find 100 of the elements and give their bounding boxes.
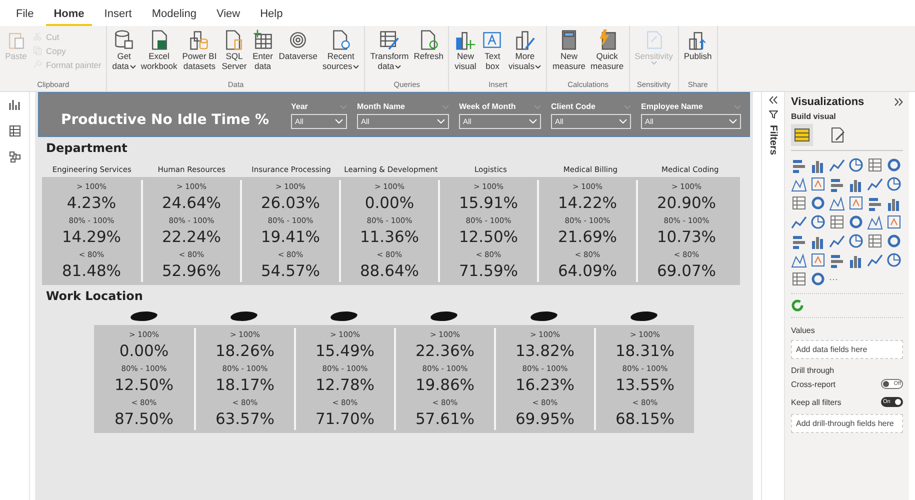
percent-value: 63.57% — [215, 410, 275, 428]
toggle-label: Cross-report — [791, 380, 836, 388]
ribbon-tab[interactable]: View — [208, 5, 248, 26]
caret-icon — [353, 65, 360, 69]
percent-value: 71.70% — [315, 410, 375, 428]
percent-value: 19.41% — [260, 228, 320, 246]
visual-type-icon[interactable] — [810, 214, 826, 230]
ribbon-button[interactable]: Power BI datasets — [180, 28, 219, 72]
visual-type-icon[interactable] — [810, 195, 826, 211]
visual-type-icon[interactable] — [829, 157, 845, 173]
percent-value: 54.57% — [260, 262, 320, 280]
visual-type-icon[interactable] — [791, 233, 807, 249]
table-pencil-icon — [378, 29, 400, 51]
percent-value: 18.26% — [215, 342, 275, 360]
percent-value: 13.82% — [515, 342, 575, 360]
visual-type-icon[interactable] — [810, 176, 826, 192]
visual-type-icon[interactable] — [791, 195, 807, 211]
visual-type-icon[interactable] — [829, 214, 845, 230]
percent-value: 18.17% — [215, 376, 275, 394]
report-view-icon[interactable] — [8, 98, 22, 112]
section-title: Work Location — [45, 288, 144, 303]
visual-type-icon[interactable] — [829, 252, 845, 268]
slicer-label: Week of Month — [459, 102, 516, 111]
percent-value: 13.55% — [615, 376, 675, 394]
percent-value: 26.03% — [260, 194, 320, 212]
ribbon-tab[interactable]: Modeling — [144, 5, 204, 26]
filters-label[interactable]: Filters — [768, 125, 778, 156]
ribbon-button[interactable]: Transform data — [368, 28, 411, 72]
ribbon-button[interactable]: Text box — [479, 28, 506, 72]
slicer-label: Employee Name — [641, 102, 703, 111]
visual-pencil-icon — [514, 29, 536, 51]
visual-type-icon[interactable] — [791, 176, 807, 192]
table-view-icon[interactable] — [8, 124, 22, 138]
drill-through-label: Drill through — [791, 366, 836, 375]
ribbon-button[interactable]: SQL Server — [220, 28, 249, 72]
visual-type-icon[interactable] — [791, 214, 807, 230]
visual-type-icon[interactable] — [848, 214, 864, 230]
build-visual-label: Build visual — [791, 112, 837, 121]
format-pencil-icon — [830, 127, 846, 143]
percent-value: 12.78% — [315, 376, 375, 394]
paintbrush-icon — [32, 59, 43, 70]
ribbon-button[interactable]: Refresh — [412, 28, 446, 62]
percent-value: 69.07% — [656, 262, 716, 280]
ribbon-tab[interactable]: File — [8, 5, 42, 26]
ribbon-button[interactable]: Dataverse — [276, 28, 320, 62]
percent-value: 88.64% — [360, 262, 420, 280]
slicer-label: Client Code — [551, 102, 596, 111]
ribbon-button[interactable]: New measure — [550, 28, 588, 72]
visual-type-icon[interactable] — [810, 271, 826, 287]
ribbon-tab[interactable]: Insert — [96, 5, 140, 26]
expand-icon[interactable] — [894, 98, 903, 106]
ribbon-button[interactable]: Enter data — [250, 28, 276, 72]
dataset-stack-icon — [188, 29, 210, 51]
visual-type-icon[interactable] — [886, 176, 902, 192]
ribbon-button[interactable]: More visuals — [506, 28, 544, 72]
visual-type-icon[interactable] — [886, 214, 902, 230]
percent-value: 14.29% — [62, 228, 122, 246]
visual-type-icon[interactable] — [848, 157, 864, 173]
ribbon-button[interactable]: Recent sources — [320, 28, 362, 72]
build-tab[interactable] — [791, 124, 813, 146]
percent-value: 71.59% — [458, 262, 518, 280]
visual-type-icon[interactable] — [886, 252, 902, 268]
visual-type-icon[interactable] — [829, 195, 845, 211]
ribbon-button[interactable]: New visual — [452, 28, 478, 72]
visual-type-icon[interactable] — [810, 252, 826, 268]
ribbon-button[interactable]: Excel workbook — [138, 28, 180, 72]
pane-title: Visualizations — [791, 96, 864, 108]
drill-through-field[interactable]: Add drill-through fields here — [791, 414, 903, 433]
scissors-icon — [32, 31, 43, 42]
visual-type-icon[interactable] — [867, 233, 883, 249]
visual-type-icon[interactable] — [848, 195, 864, 211]
percent-value: 15.49% — [315, 342, 375, 360]
visual-type-icon[interactable] — [867, 157, 883, 173]
section-title: Department — [45, 140, 128, 155]
visual-type-icon[interactable] — [791, 157, 807, 173]
ribbon-button[interactable]: Get data — [110, 28, 138, 72]
ribbon-tab[interactable]: Help — [252, 5, 291, 26]
ribbon-button[interactable]: Quick measure — [588, 28, 626, 72]
percent-value: 64.09% — [558, 262, 618, 280]
visual-type-icon[interactable] — [867, 195, 883, 211]
visual-type-icon[interactable] — [848, 233, 864, 249]
visual-type-icon[interactable] — [886, 157, 902, 173]
visual-type-icon[interactable] — [829, 233, 845, 249]
ribbon-button[interactable]: Publish — [682, 28, 714, 62]
visual-type-icon[interactable] — [886, 233, 902, 249]
values-field[interactable]: Add data fields here — [791, 340, 903, 359]
chevron-down-icon — [619, 119, 627, 124]
visual-type-icon[interactable] — [867, 252, 883, 268]
visual-type-icon[interactable] — [791, 252, 807, 268]
visual-type-icon[interactable] — [867, 214, 883, 230]
visual-type-icon[interactable] — [867, 176, 883, 192]
more-visuals-button[interactable]: ··· — [829, 274, 845, 284]
percent-value: 16.23% — [515, 376, 575, 394]
visual-type-icon[interactable] — [791, 271, 807, 287]
model-view-icon[interactable] — [8, 150, 22, 164]
visual-type-icon[interactable] — [829, 176, 845, 192]
percent-value: 22.24% — [162, 228, 222, 246]
collapse-icon[interactable] — [768, 96, 778, 104]
chevron-down-icon — [529, 119, 537, 124]
percent-value: 24.64% — [162, 194, 222, 212]
